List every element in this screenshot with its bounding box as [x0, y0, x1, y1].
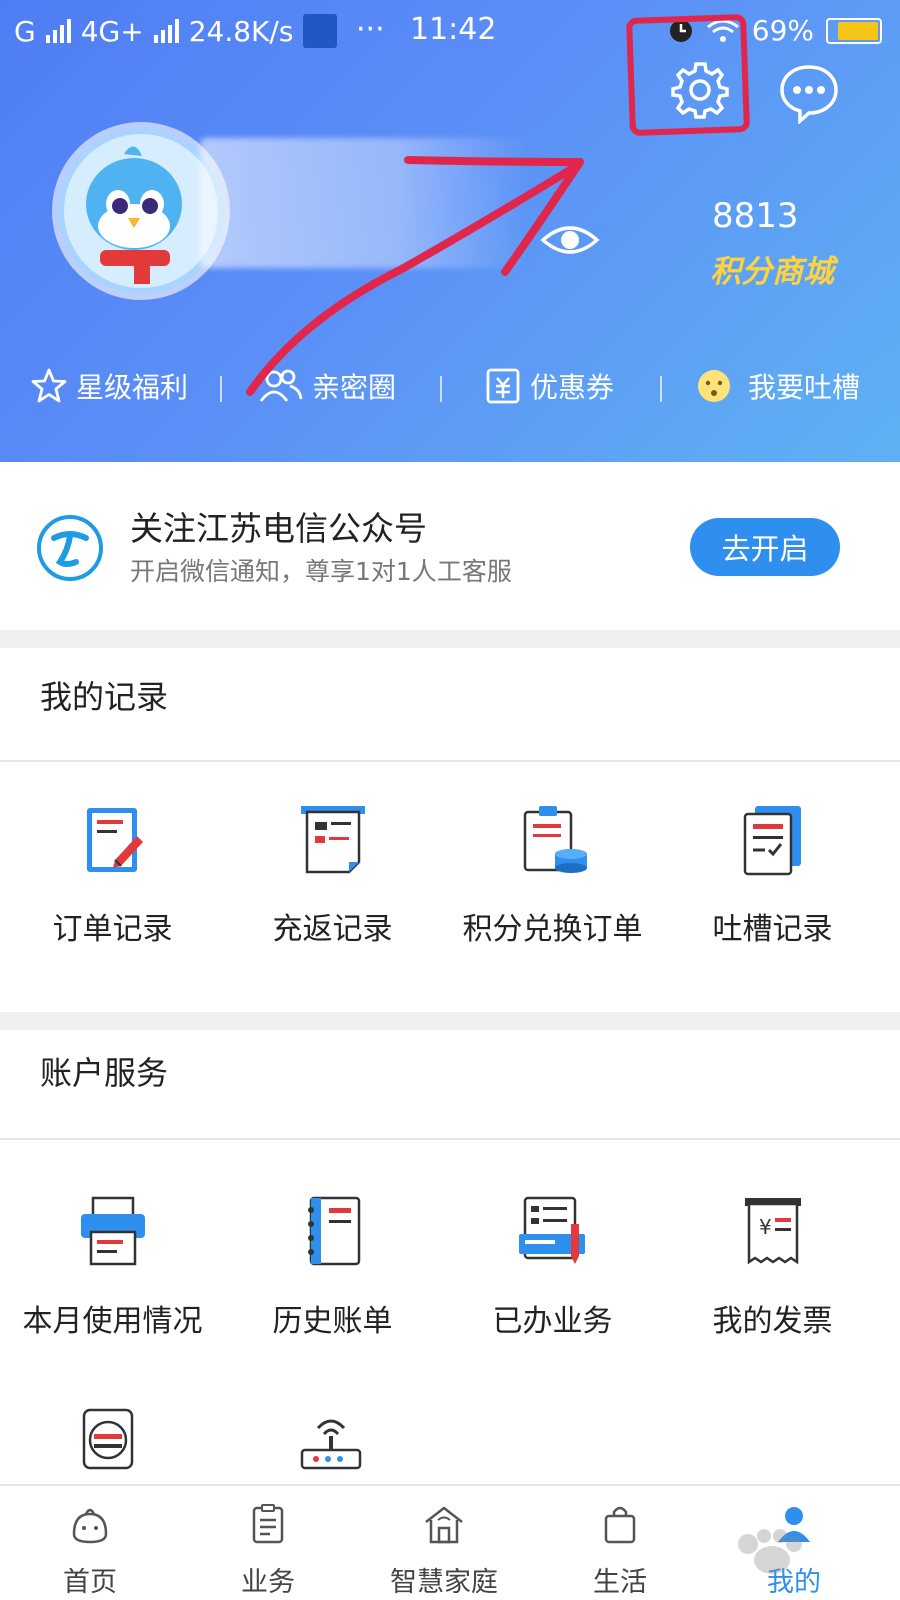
separator [660, 376, 662, 402]
section-title-account: 账户服务 [40, 1054, 169, 1092]
complaint-record-item[interactable]: 吐槽记录 [660, 802, 885, 948]
quick-link-label: 优惠券 [530, 371, 615, 404]
complaint-record-label: 吐槽记录 [712, 912, 833, 947]
order-record-icon [86, 808, 143, 872]
quick-link-label: 星级福利 [76, 371, 189, 404]
enable-notification-button[interactable]: 去开启 [690, 518, 840, 576]
face-icon [698, 370, 730, 402]
tab-life[interactable]: 生活 [530, 1502, 710, 1599]
china-telecom-logo-icon [37, 515, 103, 581]
banner-subtitle: 开启微信通知，尊享1对1人工客服 [130, 557, 512, 586]
tab-business[interactable]: 业务 [178, 1502, 358, 1599]
monthly-usage-label: 本月使用情况 [22, 1304, 203, 1339]
business-icon [252, 1504, 284, 1544]
recharge-record-item[interactable]: 充返记录 [220, 802, 445, 948]
quick-link-feedback[interactable]: 我要吐槽 [696, 366, 860, 406]
banner-title: 关注江苏电信公众号 [130, 509, 427, 548]
recharge-record-icon [300, 806, 365, 874]
bill-book-icon [307, 1196, 360, 1266]
shopping-bag-icon [604, 1506, 636, 1544]
separator [440, 376, 442, 402]
handled-business-label: 已办业务 [492, 1304, 613, 1339]
divider [0, 1138, 900, 1140]
phone-screen: G 4G+ 24.8K/s ··· 11:42 69% 8813 积分商城 星级… [0, 0, 900, 1600]
quick-link-label: 我要吐槽 [748, 371, 861, 404]
network-speed: 24.8K/s [188, 14, 294, 48]
handled-business-icon [518, 1196, 585, 1264]
signal-icon [153, 19, 179, 43]
home-mascot-icon [72, 1508, 108, 1544]
tab-label: 首页 [63, 1567, 117, 1598]
divider [0, 760, 900, 762]
router-icon [300, 1419, 362, 1470]
handled-business-item[interactable]: 已办业务 [440, 1194, 665, 1340]
status-bar: G 4G+ 24.8K/s ··· 11:42 69% [0, 0, 900, 60]
my-records-section: 我的记录 订单记录 充返记录 积分兑换订单 吐槽记录 [0, 648, 900, 1012]
star-icon [31, 368, 67, 403]
points-mall-link[interactable]: 积分商城 [710, 246, 834, 291]
account-services-section: 账户服务 本月使用情况 历史账单 已办业务 ¥ 我的发票 [0, 1030, 900, 1484]
history-bill-item[interactable]: 历史账单 [220, 1194, 445, 1340]
tab-home[interactable]: 首页 [0, 1502, 180, 1599]
profile-header: G 4G+ 24.8K/s ··· 11:42 69% 8813 积分商城 星级… [0, 0, 900, 462]
quick-link-coupons[interactable]: 优惠券 [484, 366, 614, 406]
battery-icon [826, 17, 882, 44]
monthly-usage-item[interactable]: 本月使用情况 [0, 1194, 225, 1340]
bottom-tab-bar: 首页 业务 智慧家庭 生活 我的 [0, 1484, 900, 1600]
complaint-record-icon [743, 806, 801, 876]
quick-link-star-benefits[interactable]: 星级福利 [30, 366, 188, 406]
meter-icon [82, 1408, 134, 1470]
tab-smart-home[interactable]: 智慧家庭 [354, 1502, 534, 1599]
smart-home-icon [425, 1506, 463, 1544]
people-icon [259, 369, 303, 402]
tab-label: 智慧家庭 [390, 1567, 498, 1598]
quick-links-row: 星级福利 亲密圈 优惠券 我要吐槽 [0, 356, 900, 416]
quick-link-intimate-circle[interactable]: 亲密圈 [258, 366, 396, 406]
network-label-g: G [14, 14, 36, 48]
annotation-highlight-box [625, 13, 751, 137]
clock-time: 11:42 [410, 12, 497, 47]
points-value[interactable]: 8813 [712, 196, 799, 236]
separator [220, 376, 222, 402]
battery-percent: 69% [751, 14, 814, 47]
points-exchange-item[interactable]: 积分兑换订单 [440, 802, 665, 948]
my-invoice-label: 我的发票 [712, 1304, 833, 1339]
order-record-item[interactable]: 订单记录 [0, 802, 225, 948]
eye-icon[interactable] [540, 220, 600, 260]
username-redacted [200, 138, 530, 268]
points-exchange-icon [523, 806, 587, 873]
order-record-label: 订单记录 [52, 912, 173, 947]
invoice-icon: ¥ [744, 1198, 801, 1265]
watermark-logo [738, 1529, 802, 1574]
signal-icon [45, 19, 71, 43]
tab-label: 业务 [241, 1567, 295, 1598]
history-bill-label: 历史账单 [272, 1304, 393, 1339]
points-exchange-label: 积分兑换订单 [462, 912, 643, 947]
section-title-records: 我的记录 [40, 678, 169, 716]
quick-link-label: 亲密圈 [312, 371, 397, 404]
my-invoice-item[interactable]: ¥ 我的发票 [660, 1194, 885, 1340]
bird-mascot-icon [64, 134, 218, 288]
network-label-4g: 4G+ [80, 14, 144, 48]
status-dots: ··· [356, 12, 385, 47]
tab-label: 生活 [593, 1567, 647, 1598]
message-bubble-icon[interactable] [778, 62, 840, 124]
recharge-record-label: 充返记录 [272, 912, 393, 947]
svg-text:¥: ¥ [759, 1215, 772, 1239]
printer-icon [80, 1196, 145, 1266]
coupon-icon [486, 368, 520, 404]
music-app-icon [303, 14, 338, 48]
